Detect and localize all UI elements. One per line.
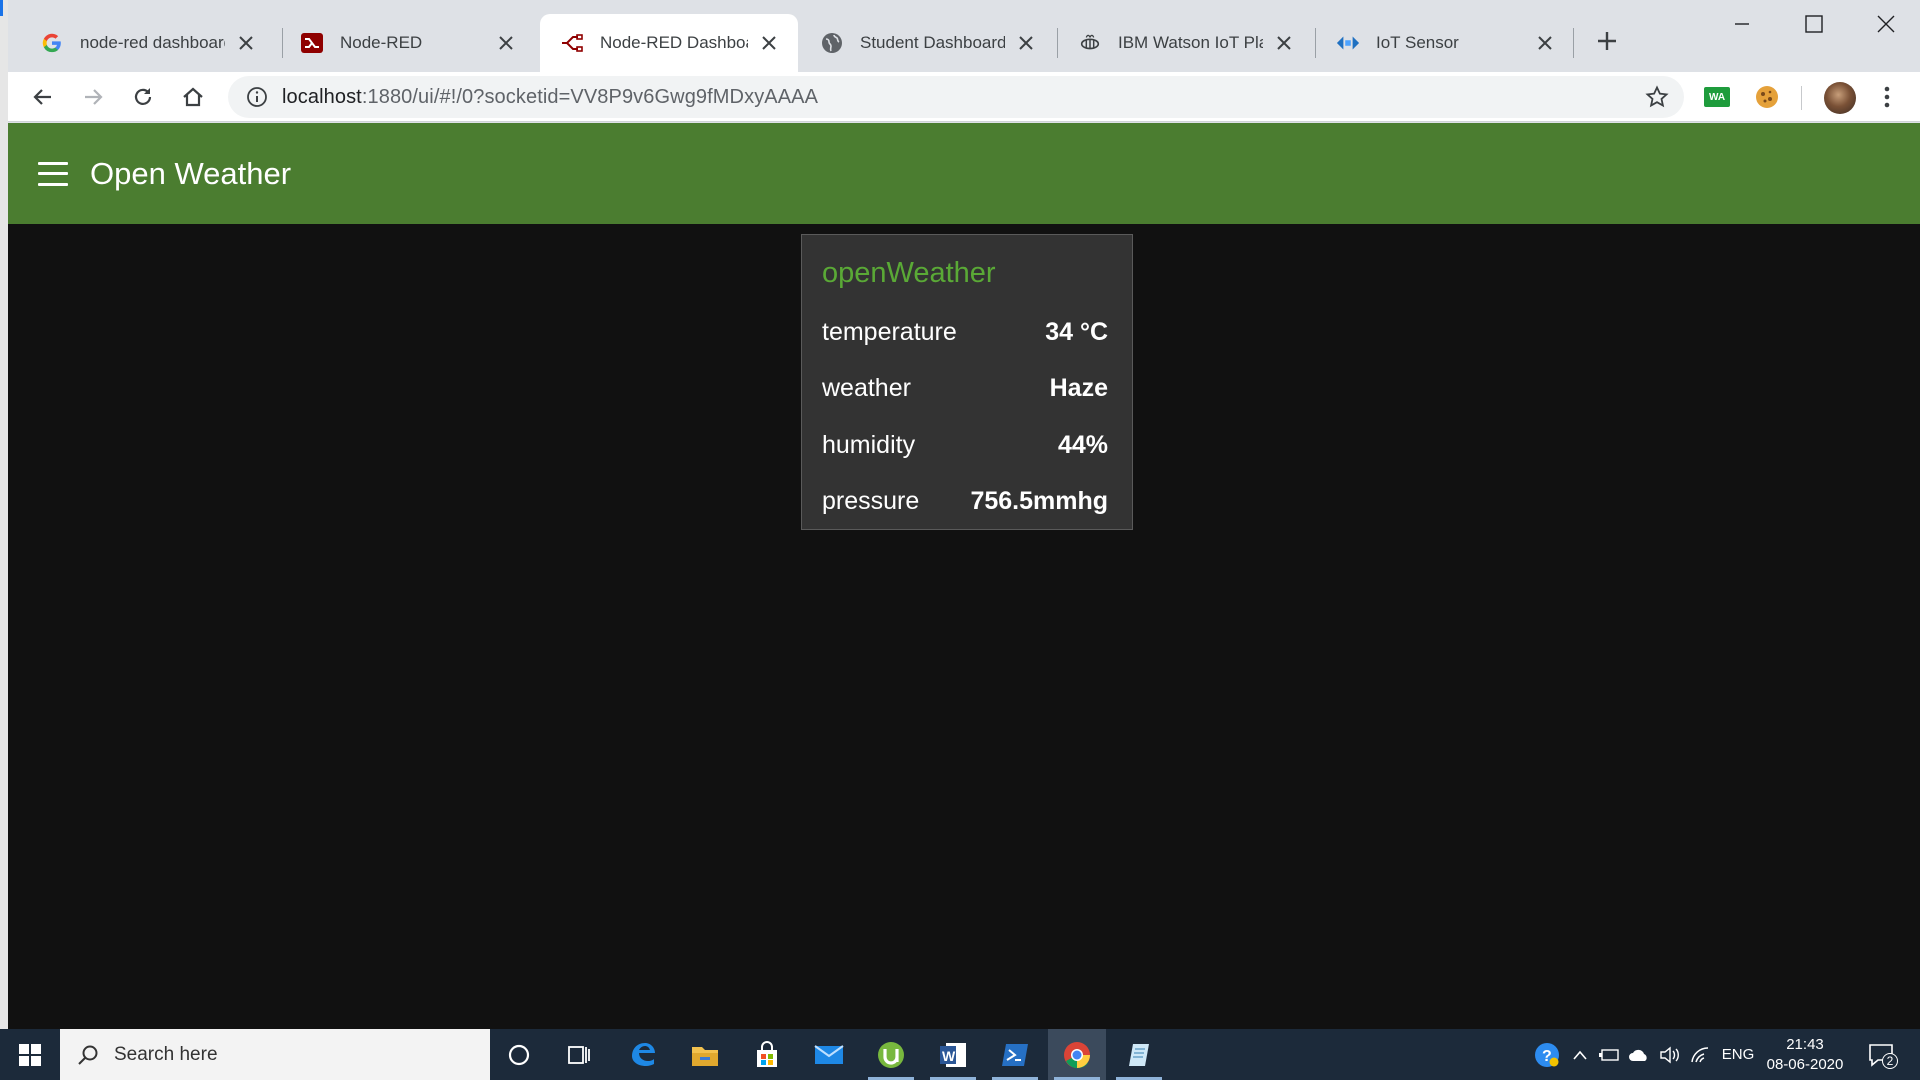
bookmark-star-icon[interactable]: [1644, 84, 1670, 110]
row-label: weather: [822, 373, 911, 402]
windows-start-icon[interactable]: [0, 1029, 60, 1080]
search-icon: [76, 1043, 100, 1067]
tab-title: node-red dashboard-h: [80, 33, 225, 52]
reload-icon[interactable]: [126, 80, 160, 114]
url-path: :1880/ui/#!/0?socketid=VV8P9v6Gwg9fMDxyA…: [361, 85, 819, 108]
forward-icon[interactable]: [76, 80, 110, 114]
windows-taskbar: Search here W ? ENG 21:43 08-06-2020 2: [0, 1029, 1920, 1080]
minimize-icon[interactable]: [1718, 6, 1766, 42]
tab-title: Node-RED Dashboard: [600, 33, 748, 52]
close-icon[interactable]: [495, 32, 517, 54]
tab-student-dashboard[interactable]: Student Dashboard: [800, 14, 1055, 72]
window-close-icon[interactable]: [1862, 6, 1910, 42]
tab-iot-sensor[interactable]: IoT Sensor: [1316, 14, 1574, 72]
search-placeholder: Search here: [114, 1043, 218, 1065]
window-edge-accent: [0, 0, 3, 16]
browser-tab-strip: node-red dashboard-h Node-RED Node-RED D…: [0, 0, 1920, 72]
tab-title: IoT Sensor: [1376, 33, 1459, 52]
file-explorer-icon[interactable]: [676, 1029, 734, 1080]
google-g-icon: [40, 31, 64, 55]
taskbar-clock[interactable]: 21:43 08-06-2020: [1762, 1035, 1848, 1075]
toolbar-divider: [1801, 86, 1802, 110]
window-left-edge: [0, 0, 8, 1030]
address-bar[interactable]: localhost:1880/ui/#!/0?socketid=VV8P9v6G…: [228, 76, 1684, 118]
wifi-icon[interactable]: [1686, 1029, 1714, 1080]
extension-wa-label: WA: [1704, 87, 1730, 107]
page-title: Open Weather: [90, 155, 292, 191]
card-title: openWeather: [822, 257, 996, 289]
clock-time: 21:43: [1786, 1036, 1824, 1053]
app-header: Open Weather: [8, 123, 1920, 224]
maximize-icon[interactable]: [1790, 6, 1838, 42]
menu-kebab-icon[interactable]: [1872, 82, 1902, 112]
close-icon[interactable]: [1534, 32, 1556, 54]
tab-node-red[interactable]: Node-RED: [280, 14, 535, 72]
help-icon[interactable]: ?: [1530, 1029, 1564, 1080]
weather-card: openWeather temperature 34 °C weather Ha…: [801, 234, 1133, 530]
mail-icon[interactable]: [800, 1029, 858, 1080]
tab-ibm-watson-iot[interactable]: IBM Watson IoT Platfo: [1058, 14, 1313, 72]
profile-avatar[interactable]: [1822, 80, 1858, 116]
weather-row-condition: weather Haze: [822, 371, 1108, 405]
browser-toolbar: localhost:1880/ui/#!/0?socketid=VV8P9v6G…: [0, 72, 1920, 122]
back-icon[interactable]: [26, 80, 60, 114]
tab-node-red-dashboard[interactable]: Node-RED Dashboard: [540, 14, 798, 72]
iot-sensor-icon: [1336, 31, 1360, 55]
chrome-icon[interactable]: [1048, 1029, 1106, 1080]
notification-count-badge: 2: [1882, 1053, 1898, 1069]
tab-title: IBM Watson IoT Platfo: [1118, 33, 1263, 52]
row-value: Haze: [1049, 373, 1108, 402]
info-icon[interactable]: [244, 84, 270, 110]
hamburger-menu-icon[interactable]: [38, 161, 68, 186]
iot-bee-icon: [1078, 31, 1102, 55]
cookie-extension-icon[interactable]: [1752, 82, 1782, 112]
tab-google-search[interactable]: node-red dashboard-h: [20, 14, 275, 72]
globe-icon: [820, 31, 844, 55]
row-label: pressure: [822, 486, 920, 515]
tab-title: Node-RED: [340, 33, 423, 52]
url-text[interactable]: localhost:1880/ui/#!/0?socketid=VV8P9v6G…: [282, 86, 818, 109]
row-value: 34 °C: [1045, 317, 1108, 346]
row-value: 756.5mmhg: [970, 486, 1108, 515]
whatsapp-extension-icon[interactable]: WA: [1702, 82, 1732, 112]
utorrent-icon[interactable]: [862, 1029, 920, 1080]
close-icon[interactable]: [758, 32, 780, 54]
dashboard-page: Open Weather openWeather temperature 34 …: [8, 123, 1920, 1029]
home-icon[interactable]: [176, 80, 210, 114]
notepad-icon[interactable]: [1110, 1029, 1168, 1080]
word-icon[interactable]: W: [924, 1029, 982, 1080]
notifications-icon[interactable]: 2: [1862, 1029, 1902, 1080]
edge-browser-icon[interactable]: [614, 1029, 672, 1080]
taskbar-search-input[interactable]: Search here: [60, 1029, 490, 1080]
weather-row-pressure: pressure 756.5mmhg: [822, 484, 1108, 518]
clock-date: 08-06-2020: [1766, 1056, 1844, 1073]
close-icon[interactable]: [235, 32, 257, 54]
close-icon[interactable]: [1015, 32, 1037, 54]
row-label: temperature: [822, 317, 957, 346]
weather-row-temperature: temperature 34 °C: [822, 315, 1108, 349]
new-tab-icon[interactable]: [1592, 26, 1622, 56]
tab-separator: [1573, 28, 1574, 58]
weather-row-humidity: humidity 44%: [822, 428, 1108, 462]
task-view-icon[interactable]: [550, 1029, 608, 1080]
node-red-flow-icon: [560, 31, 584, 55]
url-host: localhost: [282, 85, 362, 108]
powershell-icon[interactable]: [986, 1029, 1044, 1080]
cortana-icon[interactable]: [490, 1029, 548, 1080]
row-label: humidity: [822, 430, 916, 459]
microsoft-store-icon[interactable]: [738, 1029, 796, 1080]
volume-icon[interactable]: [1656, 1029, 1684, 1080]
onedrive-cloud-icon[interactable]: [1624, 1029, 1654, 1080]
language-indicator[interactable]: ENG: [1718, 1029, 1758, 1080]
battery-icon[interactable]: [1596, 1029, 1622, 1080]
close-icon[interactable]: [1273, 32, 1295, 54]
chevron-up-icon[interactable]: [1568, 1029, 1592, 1080]
row-value: 44%: [1057, 430, 1108, 459]
avatar: [1824, 82, 1856, 114]
node-red-icon: [300, 31, 324, 55]
svg-text:W: W: [942, 1048, 956, 1064]
tab-title: Student Dashboard: [860, 33, 1005, 52]
